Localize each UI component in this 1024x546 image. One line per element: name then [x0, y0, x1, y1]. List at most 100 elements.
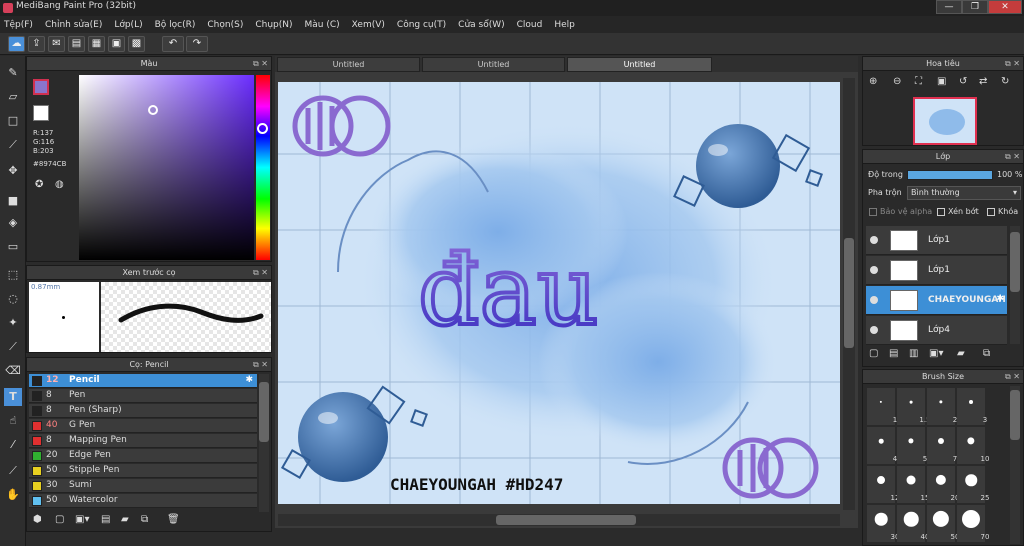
panel-menu-icon[interactable]: ⧉ ✕ — [1005, 150, 1020, 163]
menu-select[interactable]: Chọn(S) — [207, 20, 243, 30]
select-tool-icon[interactable]: ⬚ — [4, 266, 22, 284]
layer-list-scrollbar[interactable] — [1010, 226, 1020, 344]
undo-icon[interactable]: ↶ — [162, 36, 184, 52]
select-pen-icon[interactable]: ⟋ — [4, 338, 22, 356]
menu-view[interactable]: Xem(V) — [352, 20, 385, 30]
menu-window[interactable]: Cửa sổ(W) — [458, 20, 504, 30]
brush-settings-icon[interactable]: ✱ — [245, 374, 253, 387]
opacity-slider[interactable] — [907, 170, 993, 180]
layer-folder-icon[interactable]: ▰ — [957, 348, 965, 359]
brush-size-option[interactable]: 25 — [957, 466, 989, 503]
menu-tools[interactable]: Công cụ(T) — [397, 20, 446, 30]
scroll-thumb[interactable] — [1010, 390, 1020, 440]
visibility-icon[interactable] — [870, 326, 878, 334]
brush-size-option[interactable]: 1 — [867, 388, 897, 425]
redo-icon[interactable]: ↷ — [186, 36, 208, 52]
lasso-tool-icon[interactable]: ◌ — [4, 290, 22, 308]
fit-icon[interactable]: ⛶ — [915, 76, 922, 87]
scroll-thumb[interactable] — [844, 238, 854, 348]
brush-size-option[interactable]: 2 — [927, 388, 957, 425]
new-1bit-layer-icon[interactable]: ▥ — [909, 348, 918, 359]
brush-item-watercolor[interactable]: 50 Watercolor — [29, 494, 257, 508]
hue-slider[interactable] — [256, 75, 270, 260]
brush-item-pencil[interactable]: 12 Pencil ✱ — [29, 374, 257, 388]
bucket-tool-icon[interactable]: ◈ — [4, 214, 22, 232]
brush-menu-icon[interactable]: ▣▾ — [75, 514, 89, 525]
brush-size-scrollbar[interactable] — [1010, 386, 1020, 544]
comment-icon[interactable]: ✉ — [48, 36, 65, 52]
menu-edit[interactable]: Chỉnh sửa(E) — [45, 20, 102, 30]
share-icon[interactable]: ⇪ — [28, 36, 45, 52]
panel-menu-icon[interactable]: ⧉ ✕ — [253, 57, 268, 70]
menu-file[interactable]: Tệp(F) — [4, 20, 33, 30]
brush-size-option[interactable]: 30 — [867, 505, 899, 542]
brush-list-scrollbar[interactable] — [259, 374, 269, 512]
brush-item-edge-pen[interactable]: 20 Edge Pen — [29, 449, 257, 463]
menu-layer[interactable]: Lớp(L) — [114, 20, 142, 30]
layout-grid-icon[interactable]: ▩ — [128, 36, 145, 52]
brush-item-pen-sharp[interactable]: 8 Pen (Sharp) — [29, 404, 257, 418]
panel-menu-icon[interactable]: ⧉ ✕ — [1005, 370, 1020, 383]
artwork-canvas[interactable]: đau CHAEYOUNGAH #HD247 — [278, 82, 840, 504]
brush-size-option[interactable]: 1.5 — [897, 388, 931, 425]
gradient-tool-icon[interactable]: ▭ — [4, 238, 22, 256]
brush-delete-icon[interactable]: 🗑 — [167, 514, 180, 525]
brush-copy-icon[interactable]: ⧉ — [141, 514, 148, 525]
settings-grid-icon[interactable]: ▣ — [108, 36, 125, 52]
maximize-button[interactable]: ❐ — [962, 0, 988, 14]
panel-menu-icon[interactable]: ⧉ ✕ — [253, 266, 268, 279]
rotate-right-icon[interactable]: ↻ — [1001, 76, 1009, 87]
brush-size-option[interactable]: 50 — [927, 505, 959, 542]
select-eraser-icon[interactable]: ⌫ — [4, 362, 22, 380]
visibility-icon[interactable] — [870, 266, 878, 274]
cloud-icon[interactable]: ☁ — [8, 36, 25, 52]
brush-size-option[interactable]: 10 — [957, 427, 989, 464]
panel-menu-icon[interactable]: ⧉ ✕ — [1005, 57, 1020, 70]
brush-size-option[interactable]: 40 — [897, 505, 929, 542]
scroll-thumb[interactable] — [1010, 232, 1020, 292]
zoom-in-icon[interactable]: ⊕ — [869, 76, 877, 87]
panel-menu-icon[interactable]: ⧉ ✕ — [253, 358, 268, 371]
brush-size-option[interactable]: 7 — [927, 427, 957, 464]
brush-item-pen[interactable]: 8 Pen — [29, 389, 257, 403]
visibility-icon[interactable] — [870, 296, 878, 304]
eraser-tool-icon[interactable]: ▱ — [4, 88, 22, 106]
brush-tool-icon[interactable]: ✎ — [4, 64, 22, 82]
brush-size-option[interactable]: 70 — [957, 505, 989, 542]
menu-snap[interactable]: Chụp(N) — [255, 20, 292, 30]
protect-alpha-checkbox[interactable] — [869, 208, 877, 216]
brush-item-g-pen[interactable]: 40 G Pen — [29, 419, 257, 433]
menu-color[interactable]: Màu (C) — [305, 20, 340, 30]
actual-size-icon[interactable]: ▣ — [937, 76, 946, 87]
move-tool-icon[interactable]: ✥ — [4, 162, 22, 180]
lock-checkbox[interactable] — [987, 208, 995, 216]
layer-settings-icon[interactable]: ✱ — [996, 294, 1004, 304]
brush-size-option[interactable]: 12 — [867, 466, 899, 503]
scroll-thumb[interactable] — [259, 382, 269, 442]
minimize-button[interactable]: — — [936, 0, 962, 14]
brush-item-mapping-pen[interactable]: 8 Mapping Pen — [29, 434, 257, 448]
rotate-left-icon[interactable]: ↺ — [959, 76, 967, 87]
layer-item[interactable]: Lớp1 — [866, 226, 1007, 255]
tab-untitled-2[interactable]: Untitled — [422, 57, 565, 72]
tab-untitled-1[interactable]: Untitled — [277, 57, 420, 72]
color-wheel-icon[interactable]: ◍ — [55, 179, 64, 190]
brush-size-option[interactable]: 20 — [927, 466, 959, 503]
add-brush-icon[interactable]: ⬢ — [33, 514, 42, 525]
sv-cursor[interactable] — [148, 105, 158, 115]
new-halftone-layer-icon[interactable]: ▤ — [889, 348, 898, 359]
blend-mode-select[interactable]: Bình thường ▾ — [907, 186, 1021, 200]
brush-edit-icon[interactable]: ▤ — [101, 514, 110, 525]
brush-item-stipple-pen[interactable]: 50 Stipple Pen — [29, 464, 257, 478]
flip-icon[interactable]: ⇄ — [979, 76, 987, 87]
brush-size-option[interactable]: 15 — [897, 466, 929, 503]
brush-size-option[interactable]: 4 — [867, 427, 897, 464]
saturation-value-picker[interactable] — [79, 75, 254, 260]
canvas-horizontal-scrollbar[interactable] — [278, 514, 840, 526]
tab-untitled-3[interactable]: Untitled — [567, 57, 712, 72]
layer-duplicate-icon[interactable]: ⧉ — [983, 348, 990, 359]
new-layer-icon[interactable]: ▢ — [869, 348, 878, 359]
pipette-icon[interactable]: ⟋ — [4, 462, 22, 480]
clipping-checkbox[interactable] — [937, 208, 945, 216]
menu-help[interactable]: Help — [554, 20, 575, 30]
